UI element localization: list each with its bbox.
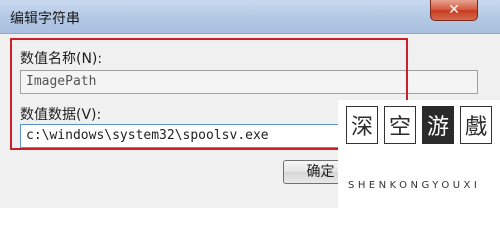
- watermark-char: 游: [422, 106, 454, 144]
- close-icon: ✕: [448, 2, 460, 18]
- watermark-char: 深: [346, 106, 378, 144]
- value-name-field[interactable]: ImagePath: [20, 70, 478, 94]
- value-data-label: 数值数据(V):: [20, 107, 102, 123]
- close-button[interactable]: ✕: [430, 0, 478, 21]
- watermark-logo: 深 空 游 戲 SHENKONGYOUXI: [338, 100, 500, 208]
- title-bar[interactable]: 编辑字符串 ✕: [0, 0, 500, 34]
- watermark-char: 戲: [460, 106, 492, 144]
- edit-string-dialog: 编辑字符串 ✕ 数值名称(N): ImagePath 数值数据(V): c:\w…: [0, 0, 500, 208]
- watermark-text: SHENKONGYOUXI: [348, 180, 481, 191]
- value-name-label: 数值名称(N):: [20, 51, 103, 67]
- watermark-char: 空: [384, 106, 416, 144]
- dialog-title: 编辑字符串: [10, 11, 80, 27]
